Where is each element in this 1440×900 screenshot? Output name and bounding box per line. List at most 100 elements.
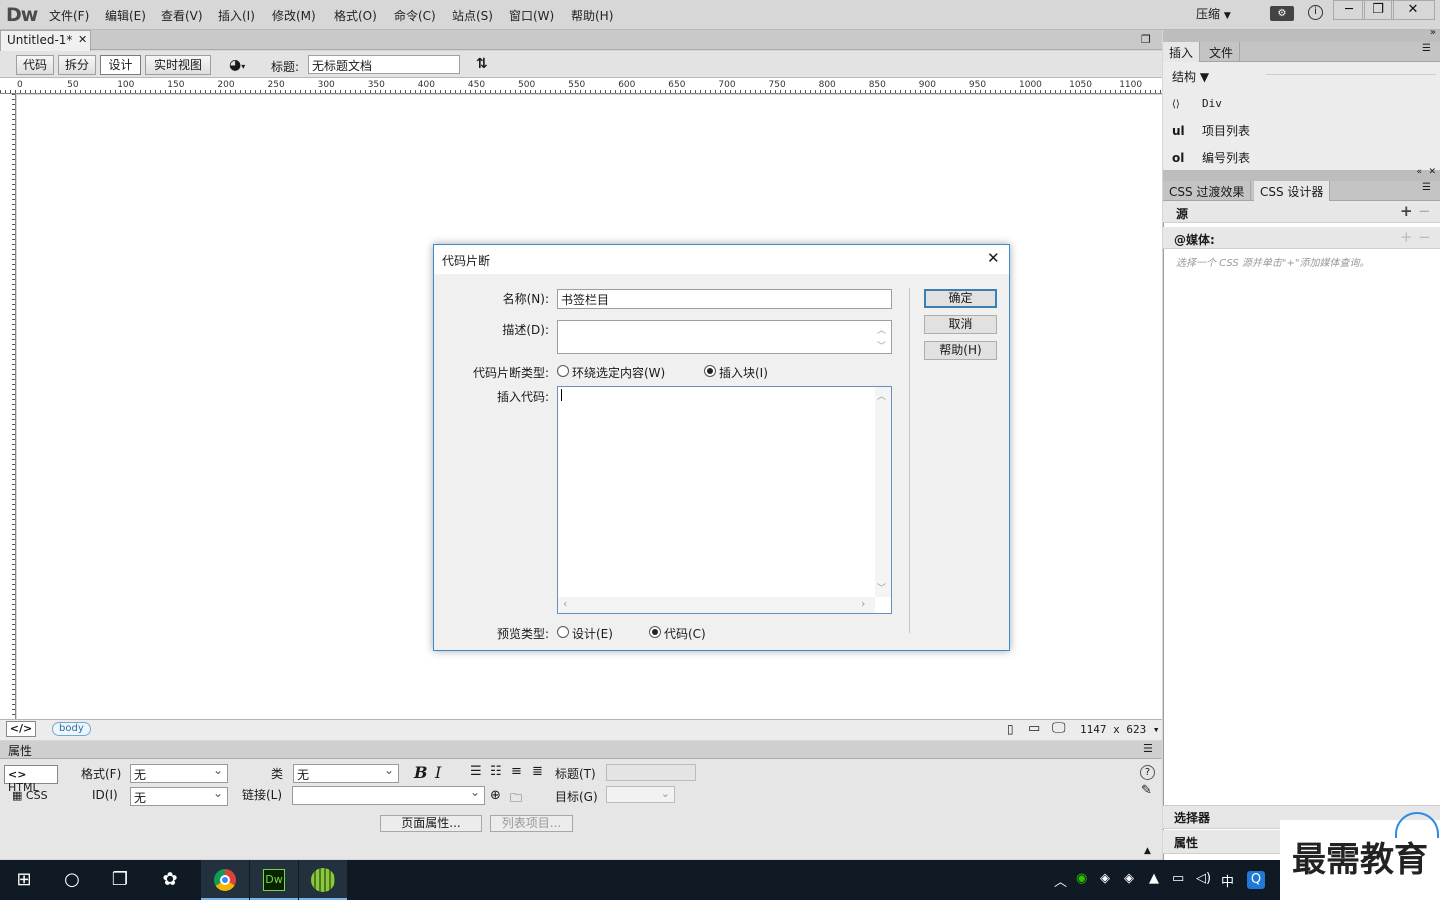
insert-item-ol[interactable]: ol 编号列表 bbox=[1172, 149, 1432, 166]
document-tab[interactable]: Untitled-1* ✕ bbox=[0, 30, 91, 51]
menu-help[interactable]: 帮助(H) bbox=[571, 7, 613, 24]
mobile-size-icon[interactable]: ▯ bbox=[1007, 722, 1014, 736]
remove-source-icon[interactable]: − bbox=[1418, 202, 1431, 220]
tablet-size-icon[interactable]: ▭ bbox=[1028, 721, 1040, 736]
page-properties-button[interactable]: 页面属性... bbox=[380, 815, 482, 832]
tab-insert[interactable]: 插入 bbox=[1163, 42, 1201, 62]
wechat-icon[interactable]: ◉ bbox=[1076, 871, 1087, 886]
ok-button[interactable]: 确定 bbox=[924, 289, 997, 308]
menu-view[interactable]: 查看(V) bbox=[161, 7, 203, 24]
class-select[interactable]: 无 bbox=[293, 763, 399, 783]
app-pinwheel-icon[interactable]: ✿ bbox=[146, 860, 194, 900]
menu-format[interactable]: 格式(O) bbox=[334, 7, 377, 24]
menu-modify[interactable]: 修改(M) bbox=[272, 7, 316, 24]
cancel-button[interactable]: 取消 bbox=[924, 315, 997, 334]
window-size-readout[interactable]: 1147 x 623 ▾ bbox=[1080, 723, 1159, 736]
indent-icon[interactable]: ≣ bbox=[532, 764, 543, 779]
close-tab-icon[interactable]: ✕ bbox=[78, 33, 87, 46]
scroll-up-icon[interactable]: ︿ bbox=[877, 389, 886, 402]
qq-icon[interactable]: ◈ bbox=[1100, 871, 1110, 886]
expand-icon[interactable]: » bbox=[1430, 27, 1436, 38]
view-design-button[interactable]: 设计 bbox=[100, 55, 141, 75]
input-language[interactable]: 中 bbox=[1221, 871, 1234, 890]
remove-media-icon[interactable]: − bbox=[1418, 228, 1431, 246]
collapse-panel-icon[interactable]: « bbox=[1416, 167, 1422, 177]
app-green-icon[interactable] bbox=[299, 860, 347, 900]
close-panel-icon[interactable]: ✕ bbox=[1428, 167, 1436, 177]
insert-item-div[interactable]: ⟨⟩ Div bbox=[1172, 96, 1432, 110]
view-split-button[interactable]: 拆分 bbox=[58, 55, 96, 75]
scroll-up-icon[interactable]: ︿ bbox=[877, 323, 886, 336]
add-media-icon[interactable]: + bbox=[1400, 228, 1413, 246]
title-prop-input[interactable] bbox=[606, 764, 696, 781]
help-button[interactable]: 帮助(H) bbox=[924, 341, 997, 360]
tab-css-designer[interactable]: CSS 设计器 bbox=[1254, 181, 1331, 201]
close-icon[interactable]: ✕ bbox=[1391, 0, 1435, 20]
italic-icon[interactable]: I bbox=[435, 763, 441, 782]
info-icon[interactable]: i bbox=[1308, 5, 1323, 20]
tab-css-transitions[interactable]: CSS 过渡效果 bbox=[1163, 181, 1252, 201]
preview-code-radio[interactable]: 代码(C) bbox=[649, 626, 719, 641]
file-transfer-icon[interactable]: ⇅ bbox=[476, 56, 488, 72]
vertical-scrollbar[interactable] bbox=[875, 387, 891, 597]
id-select[interactable]: 无 bbox=[130, 786, 228, 806]
tab-files[interactable]: 文件 bbox=[1203, 42, 1241, 62]
type-block-radio[interactable]: 插入块(I) bbox=[704, 365, 784, 380]
restore-icon[interactable]: ❐ bbox=[1362, 0, 1394, 20]
scroll-left-icon[interactable]: ‹ bbox=[563, 597, 567, 610]
format-select[interactable]: 无 bbox=[130, 763, 228, 783]
link-input[interactable] bbox=[292, 785, 485, 805]
panel-menu-icon[interactable]: ☰ bbox=[1422, 43, 1431, 54]
type-wrap-radio[interactable]: 环绕选定内容(W) bbox=[557, 365, 667, 380]
show-hidden-icons[interactable]: ︿ bbox=[1054, 871, 1067, 890]
insert-item-ul[interactable]: ul 项目列表 bbox=[1172, 122, 1432, 139]
workspace-switcher[interactable]: 压缩 ▼ bbox=[1196, 5, 1231, 22]
network-icon[interactable]: ▭ bbox=[1172, 871, 1184, 886]
target-select[interactable]: ⌄ bbox=[606, 786, 675, 803]
windows-start-icon[interactable]: ⊞ bbox=[0, 860, 48, 900]
add-source-icon[interactable]: + bbox=[1400, 202, 1413, 220]
list-item-button[interactable]: 列表项目... bbox=[490, 815, 573, 832]
dreamweaver-taskbar-icon[interactable]: Dw bbox=[250, 860, 298, 900]
ordered-list-icon[interactable]: ☷ bbox=[490, 764, 502, 779]
scroll-right-icon[interactable]: › bbox=[861, 597, 865, 610]
minimize-icon[interactable]: ─ bbox=[1333, 0, 1365, 20]
browser-preview-icon[interactable]: ◕▾ bbox=[229, 57, 245, 73]
panel-menu-icon[interactable]: ☰ bbox=[1143, 742, 1153, 755]
body-tag[interactable]: body bbox=[52, 722, 91, 736]
collapse-icon[interactable]: ▲ bbox=[1144, 846, 1151, 856]
search-icon[interactable]: ○ bbox=[48, 860, 96, 900]
chrome-icon[interactable] bbox=[201, 860, 249, 900]
description-textarea[interactable] bbox=[557, 320, 892, 354]
category-select[interactable]: 结构 ▼ bbox=[1172, 68, 1209, 85]
volume-icon[interactable]: ◁) bbox=[1196, 871, 1211, 886]
menu-site[interactable]: 站点(S) bbox=[452, 7, 493, 24]
qq-icon-2[interactable]: ◈ bbox=[1124, 871, 1134, 886]
insert-code-textarea[interactable] bbox=[557, 386, 892, 614]
html-mode-button[interactable]: <> HTML bbox=[4, 765, 58, 794]
outdent-icon[interactable]: ≡ bbox=[511, 764, 522, 779]
preview-design-radio[interactable]: 设计(E) bbox=[557, 626, 627, 641]
horizontal-scrollbar[interactable] bbox=[558, 597, 875, 613]
view-live-button[interactable]: 实时视图 bbox=[145, 55, 211, 75]
dialog-close-icon[interactable]: ✕ bbox=[987, 249, 1000, 267]
qq-browser-icon[interactable]: Q bbox=[1247, 871, 1265, 889]
menu-insert[interactable]: 插入(I) bbox=[218, 7, 255, 24]
view-code-button[interactable]: 代码 bbox=[16, 55, 54, 75]
document-title-input[interactable]: 无标题文档 bbox=[308, 55, 460, 74]
name-input[interactable]: 书签栏目 bbox=[557, 289, 892, 309]
css-mode-button[interactable]: ▦ CSS bbox=[12, 789, 48, 802]
scroll-down-icon[interactable]: ﹀ bbox=[877, 339, 886, 352]
quick-tag-editor-icon[interactable]: ✎ bbox=[1141, 783, 1152, 798]
desktop-size-icon[interactable]: 🖵 bbox=[1052, 720, 1066, 736]
menu-commands[interactable]: 命令(C) bbox=[394, 7, 436, 24]
menu-file[interactable]: 文件(F) bbox=[49, 7, 89, 24]
menu-window[interactable]: 窗口(W) bbox=[509, 7, 554, 24]
sync-settings-icon[interactable]: ⚙ bbox=[1270, 6, 1294, 21]
menu-edit[interactable]: 编辑(E) bbox=[105, 7, 146, 24]
help-icon[interactable]: ? bbox=[1140, 765, 1155, 780]
restore-document-icon[interactable]: ❐ bbox=[1141, 33, 1151, 46]
bold-icon[interactable]: B bbox=[414, 763, 428, 782]
point-to-file-icon[interactable]: ⊕ bbox=[490, 788, 501, 803]
browse-folder-icon[interactable]: 🗀 bbox=[510, 789, 522, 810]
